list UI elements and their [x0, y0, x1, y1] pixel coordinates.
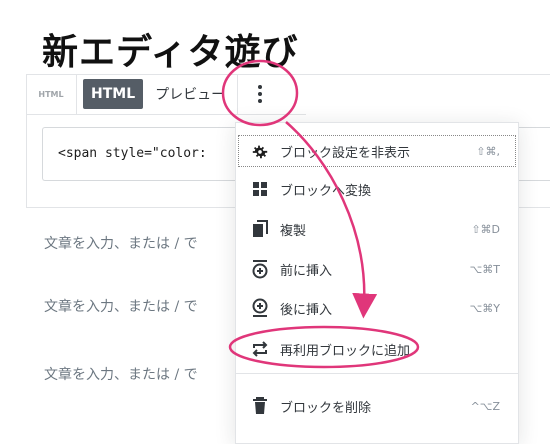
duplicate-icon — [250, 219, 270, 239]
block-type-html-icon[interactable]: HTML — [26, 74, 77, 114]
menu-item-label: 前に挿入 — [280, 263, 333, 279]
menu-item-label: ブロックを削除 — [280, 400, 372, 416]
insert-before-icon — [250, 259, 270, 279]
tab-preview[interactable]: プレビュー — [143, 74, 237, 114]
reusable-icon — [250, 339, 270, 359]
menu-item-insert-after[interactable]: 後に挿入 ⌥⌘Y — [236, 290, 518, 326]
menu-item-shortcut: ⌥⌘Y — [469, 301, 500, 315]
grid-icon — [250, 179, 270, 199]
code-text: <span style="color: — [58, 146, 207, 161]
menu-item-remove-block[interactable]: ブロックを削除 ^⌥Z — [236, 388, 518, 424]
block-toolbar: HTML HTML プレビュー — [26, 74, 306, 115]
trash-icon — [250, 396, 270, 416]
paragraph-placeholder[interactable]: 文章を入力、または / で — [44, 233, 198, 253]
tab-html[interactable]: HTML — [83, 79, 144, 109]
menu-item-label: ブロックへ変換 — [280, 183, 372, 199]
paragraph-placeholder[interactable]: 文章を入力、または / で — [44, 296, 198, 316]
menu-item-shortcut: ⇧⌘D — [471, 222, 500, 236]
menu-separator — [236, 373, 518, 374]
menu-item-shortcut: ⇧⌘, — [476, 144, 500, 158]
menu-item-shortcut: ⌥⌘T — [469, 262, 500, 276]
menu-item-insert-before[interactable]: 前に挿入 ⌥⌘T — [236, 251, 518, 287]
menu-item-duplicate[interactable]: 複製 ⇧⌘D — [236, 211, 518, 247]
gear-icon — [250, 141, 270, 161]
block-settings-menu: ブロック設定を非表示 ⇧⌘, ブロックへ変換 複製 ⇧⌘D 前に挿入 ⌥⌘T 後… — [235, 122, 519, 444]
menu-item-label: ブロック設定を非表示 — [280, 145, 411, 161]
insert-after-icon — [250, 298, 270, 318]
paragraph-placeholder[interactable]: 文章を入力、または / で — [44, 364, 198, 384]
menu-item-hide-block-settings[interactable]: ブロック設定を非表示 ⇧⌘, — [236, 133, 518, 169]
menu-item-add-to-reusable[interactable]: 再利用ブロックに追加 — [236, 331, 518, 367]
menu-item-label: 複製 — [280, 223, 307, 239]
menu-item-convert-to-blocks[interactable]: ブロックへ変換 — [236, 171, 518, 207]
page-title: 新エディタ遊び — [42, 31, 299, 73]
menu-item-label: 再利用ブロックに追加 — [280, 343, 411, 359]
menu-item-shortcut: ^⌥Z — [470, 399, 500, 413]
menu-item-label: 後に挿入 — [280, 302, 333, 318]
more-options-icon[interactable] — [237, 74, 282, 114]
